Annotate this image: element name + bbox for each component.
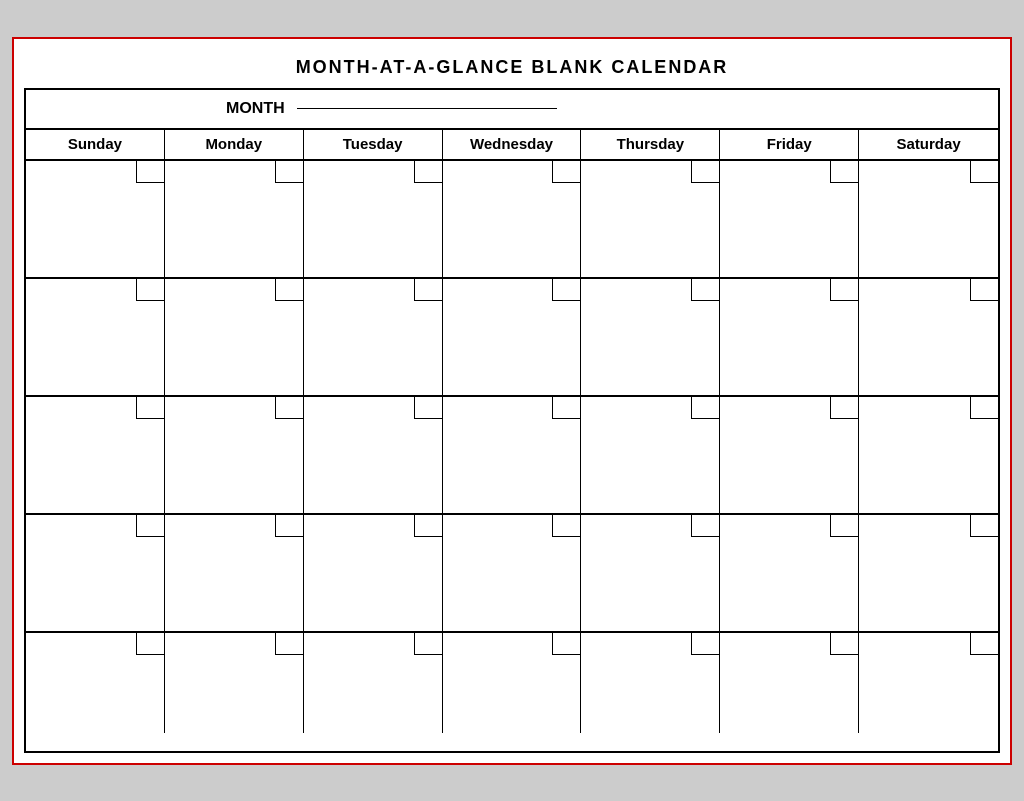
date-box — [830, 161, 858, 183]
date-box — [414, 161, 442, 183]
date-box — [552, 515, 580, 537]
cell-r2c1[interactable] — [26, 279, 165, 395]
date-box — [136, 633, 164, 655]
date-box — [275, 515, 303, 537]
cell-r2c5[interactable] — [581, 279, 720, 395]
date-box — [275, 279, 303, 301]
cell-r5c4[interactable] — [443, 633, 582, 733]
cell-r1c5[interactable] — [581, 161, 720, 277]
cell-r3c5[interactable] — [581, 397, 720, 513]
cell-r1c6[interactable] — [720, 161, 859, 277]
cell-r4c2[interactable] — [165, 515, 304, 631]
cell-r4c3[interactable] — [304, 515, 443, 631]
month-line — [297, 108, 557, 109]
date-box — [136, 279, 164, 301]
calendar-row-5 — [26, 633, 998, 733]
cell-r2c7[interactable] — [859, 279, 998, 395]
cell-r1c2[interactable] — [165, 161, 304, 277]
date-box — [691, 161, 719, 183]
date-box — [414, 397, 442, 419]
date-box — [970, 279, 998, 301]
cell-r5c7[interactable] — [859, 633, 998, 733]
cell-r4c6[interactable] — [720, 515, 859, 631]
cell-r3c7[interactable] — [859, 397, 998, 513]
calendar-row-1 — [26, 161, 998, 279]
date-box — [970, 515, 998, 537]
date-box — [414, 633, 442, 655]
cell-r2c6[interactable] — [720, 279, 859, 395]
day-monday: Monday — [165, 130, 304, 159]
date-box — [552, 397, 580, 419]
date-box — [970, 633, 998, 655]
calendar-row-2 — [26, 279, 998, 397]
date-box — [691, 633, 719, 655]
date-box — [552, 279, 580, 301]
cell-r1c1[interactable] — [26, 161, 165, 277]
day-sunday: Sunday — [26, 130, 165, 159]
cell-r1c3[interactable] — [304, 161, 443, 277]
date-box — [691, 515, 719, 537]
cell-r5c5[interactable] — [581, 633, 720, 733]
date-box — [414, 515, 442, 537]
month-header: MONTH — [26, 90, 998, 130]
day-tuesday: Tuesday — [304, 130, 443, 159]
date-box — [830, 633, 858, 655]
day-thursday: Thursday — [581, 130, 720, 159]
cell-r2c2[interactable] — [165, 279, 304, 395]
calendar-row-3 — [26, 397, 998, 515]
cell-r4c7[interactable] — [859, 515, 998, 631]
date-box — [830, 515, 858, 537]
date-box — [414, 279, 442, 301]
date-box — [691, 279, 719, 301]
calendar-grid — [26, 161, 998, 751]
cell-r3c2[interactable] — [165, 397, 304, 513]
date-box — [275, 397, 303, 419]
date-box — [691, 397, 719, 419]
cell-r3c6[interactable] — [720, 397, 859, 513]
cell-r3c1[interactable] — [26, 397, 165, 513]
calendar-page: MONTH-AT-A-GLANCE BLANK CALENDAR MONTH S… — [12, 37, 1012, 765]
date-box — [970, 161, 998, 183]
cell-r5c3[interactable] — [304, 633, 443, 733]
cell-r3c3[interactable] — [304, 397, 443, 513]
date-box — [275, 633, 303, 655]
cell-r2c3[interactable] — [304, 279, 443, 395]
date-box — [136, 161, 164, 183]
cell-r4c1[interactable] — [26, 515, 165, 631]
date-box — [830, 397, 858, 419]
cell-r4c4[interactable] — [443, 515, 582, 631]
calendar-row-4 — [26, 515, 998, 633]
page-title: MONTH-AT-A-GLANCE BLANK CALENDAR — [24, 49, 1000, 88]
cell-r4c5[interactable] — [581, 515, 720, 631]
cell-r2c4[interactable] — [443, 279, 582, 395]
date-box — [136, 397, 164, 419]
cell-r5c2[interactable] — [165, 633, 304, 733]
date-box — [275, 161, 303, 183]
day-wednesday: Wednesday — [443, 130, 582, 159]
month-label: MONTH — [226, 100, 285, 118]
cell-r5c6[interactable] — [720, 633, 859, 733]
day-friday: Friday — [720, 130, 859, 159]
cell-r1c4[interactable] — [443, 161, 582, 277]
date-box — [552, 161, 580, 183]
cell-r1c7[interactable] — [859, 161, 998, 277]
date-box — [830, 279, 858, 301]
cell-r5c1[interactable] — [26, 633, 165, 733]
cell-r3c4[interactable] — [443, 397, 582, 513]
date-box — [552, 633, 580, 655]
days-header: Sunday Monday Tuesday Wednesday Thursday… — [26, 130, 998, 161]
calendar-container: MONTH Sunday Monday Tuesday Wednesday Th… — [24, 88, 1000, 753]
date-box — [970, 397, 998, 419]
date-box — [136, 515, 164, 537]
day-saturday: Saturday — [859, 130, 998, 159]
